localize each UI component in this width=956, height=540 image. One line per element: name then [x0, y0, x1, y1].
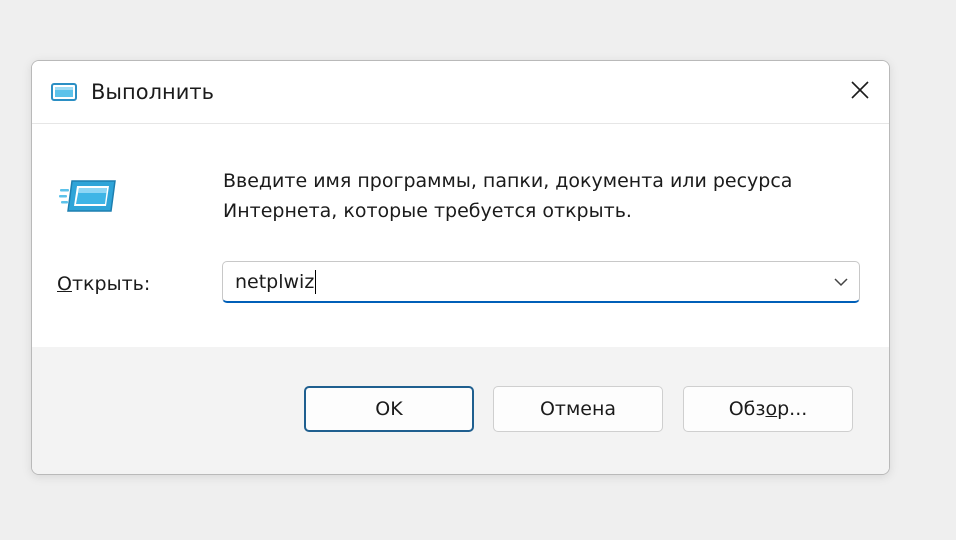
open-input-text: netplwiz	[235, 271, 315, 293]
open-label-accelerator: О	[57, 273, 72, 295]
browse-label-pre: Обз	[728, 398, 766, 420]
close-icon	[851, 81, 869, 99]
browse-label-post: р...	[777, 398, 808, 420]
title-bar[interactable]: Выполнить	[32, 61, 889, 123]
close-button[interactable]	[831, 61, 889, 119]
window-title: Выполнить	[91, 80, 214, 104]
open-label-rest: ткрыть:	[71, 273, 151, 295]
open-input-value[interactable]: netplwiz	[235, 268, 317, 296]
instruction-line-2: Интернета, которые требуется открыть.	[223, 200, 632, 222]
open-label: Открыть:	[57, 269, 150, 299]
run-icon	[51, 83, 77, 101]
instruction-line-1: Введите имя программы, папки, документа …	[223, 170, 793, 192]
browse-button[interactable]: Обз о р...	[683, 386, 853, 432]
browse-label-accelerator: о	[765, 398, 778, 420]
text-caret	[315, 269, 317, 294]
chevron-down-icon[interactable]	[831, 272, 851, 292]
run-dialog: Выполнить Введите имя программы, папки, …	[31, 60, 890, 475]
ok-button[interactable]: OK	[304, 386, 474, 432]
cancel-button[interactable]: Отмена	[493, 386, 663, 432]
instruction-text: Введите имя программы, папки, документа …	[223, 166, 863, 226]
run-icon	[59, 180, 116, 212]
dialog-body	[32, 124, 889, 347]
open-combobox[interactable]: netplwiz	[222, 261, 860, 303]
